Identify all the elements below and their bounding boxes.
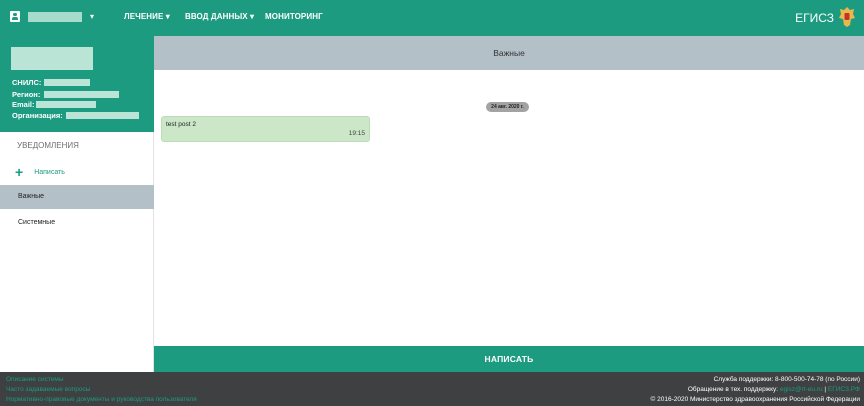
notifications-heading: УВЕДОМЛЕНИЯ bbox=[17, 141, 79, 150]
profile-card: СНИЛС: Регион: Email: Организация: bbox=[0, 36, 154, 132]
sidebar: СНИЛС: Регион: Email: Организация: УВЕДО… bbox=[0, 36, 154, 372]
message-text: test post 2 bbox=[166, 121, 196, 128]
write-link[interactable]: + Написать bbox=[15, 164, 65, 180]
sidebar-item-important[interactable]: Важные bbox=[0, 185, 154, 209]
message-bubble[interactable]: test post 2 19:15 bbox=[161, 116, 370, 142]
date-badge: 24 авг. 2020 г. bbox=[486, 102, 529, 112]
email-value-redacted bbox=[36, 101, 96, 108]
nav-treatment[interactable]: ЛЕЧЕНИЕ ▾ bbox=[124, 12, 170, 21]
chevron-down-icon[interactable]: ▾ bbox=[90, 12, 94, 21]
snils-value-redacted bbox=[44, 79, 90, 86]
user-icon[interactable] bbox=[10, 11, 20, 22]
page-title: Важные bbox=[154, 36, 864, 70]
snils-label: СНИЛС: bbox=[12, 78, 42, 87]
user-name-redacted[interactable] bbox=[28, 12, 82, 22]
copyright: © 2016-2020 Министерство здравоохранения… bbox=[650, 396, 860, 403]
brand-title[interactable]: ЕГИСЗ bbox=[795, 11, 834, 25]
support-portal-link[interactable]: ЕГИСЗ.РФ bbox=[828, 386, 860, 393]
emblem-icon bbox=[839, 7, 855, 27]
footer-link-faq[interactable]: Часто задаваемые вопросы bbox=[6, 386, 90, 393]
support-phone: Служба поддержки: 8-800-500-74-78 (по Ро… bbox=[713, 376, 860, 383]
email-label: Email: bbox=[12, 100, 35, 109]
message-time: 19:15 bbox=[348, 130, 365, 137]
top-navbar: ▾ ЛЕЧЕНИЕ ▾ ВВОД ДАННЫХ ▾ МОНИТОРИНГ ЕГИ… bbox=[0, 0, 864, 36]
organization-label: Организация: bbox=[12, 111, 63, 120]
user-photo-redacted bbox=[11, 47, 93, 70]
plus-icon: + bbox=[15, 164, 24, 180]
support-mail-prefix: Обращение в тех. поддержку: bbox=[687, 386, 780, 393]
compose-button[interactable]: НАПИСАТЬ bbox=[154, 346, 864, 372]
nav-monitoring[interactable]: МОНИТОРИНГ bbox=[265, 12, 323, 21]
nav-data-entry[interactable]: ВВОД ДАННЫХ ▾ bbox=[185, 12, 254, 21]
sidebar-item-system[interactable]: Системные bbox=[0, 211, 154, 235]
write-label: Написать bbox=[34, 168, 65, 176]
footer-link-docs[interactable]: Нормативно-правовые документы и руководс… bbox=[6, 396, 197, 403]
region-value-redacted bbox=[44, 91, 119, 98]
support-mail-link[interactable]: egisz@rt-eu.ru bbox=[780, 386, 823, 393]
support-contacts: Обращение в тех. поддержку: egisz@rt-eu.… bbox=[688, 386, 860, 393]
footer-link-description[interactable]: Описание системы bbox=[6, 376, 64, 383]
region-label: Регион: bbox=[12, 90, 41, 99]
organization-value-redacted bbox=[66, 112, 139, 119]
footer: Описание системы Часто задаваемые вопрос… bbox=[0, 372, 864, 406]
